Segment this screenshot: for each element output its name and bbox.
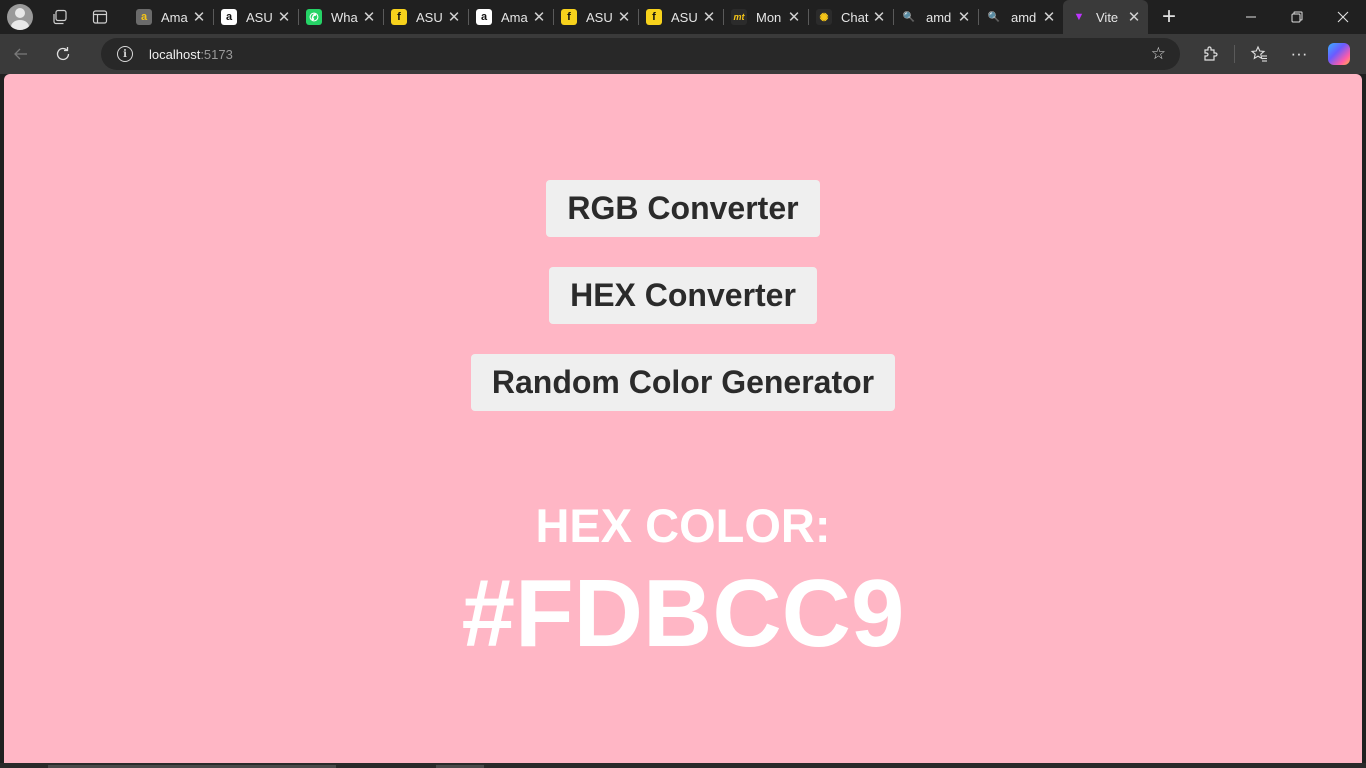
- copilot-button[interactable]: [1319, 34, 1359, 74]
- browser-tab[interactable]: ▼ Vite ✕: [1063, 0, 1148, 34]
- tab-title: Ama: [501, 9, 528, 25]
- favorites-icon: [1250, 45, 1267, 62]
- tab-close-icon[interactable]: ✕: [276, 8, 292, 26]
- flipkart-icon: f: [391, 9, 407, 25]
- browser-tab[interactable]: mt Mon ✕: [723, 0, 808, 34]
- tab-close-icon[interactable]: ✕: [1126, 8, 1142, 26]
- profile-avatar-icon: [7, 4, 33, 30]
- tab-strip-left-controls: [0, 0, 120, 34]
- random-color-generator-button[interactable]: Random Color Generator: [470, 354, 896, 411]
- profile-button[interactable]: [0, 0, 40, 34]
- favorite-star-icon[interactable]: ☆: [1151, 44, 1166, 64]
- tab-close-icon[interactable]: ✕: [531, 8, 547, 26]
- toolbar-right-tools: ···: [1190, 34, 1359, 74]
- tab-title: ASU: [416, 9, 443, 25]
- tab-title: ASU: [671, 9, 698, 25]
- amazon-icon: a: [476, 9, 492, 25]
- tab-list: a Ama ✕ a ASU ✕ ✆ Wha ✕ f ASU ✕ a Ama ✕ f ASU ✕ f ASU ✕ mt Mon…: [128, 0, 1148, 34]
- converter-menu: RGB Converter HEX Converter Random Color…: [4, 180, 1362, 441]
- extensions-icon: [1204, 46, 1218, 61]
- close-window-button[interactable]: [1320, 0, 1366, 34]
- site-info-icon[interactable]: i: [117, 46, 133, 62]
- browser-tab[interactable]: ✆ Wha ✕: [298, 0, 383, 34]
- new-tab-button[interactable]: +: [1148, 0, 1190, 34]
- vertical-tabs-icon: [92, 10, 108, 24]
- browser-tab[interactable]: f ASU ✕: [383, 0, 468, 34]
- tab-close-icon[interactable]: ✕: [1041, 8, 1057, 26]
- hex-converter-button[interactable]: HEX Converter: [549, 267, 817, 324]
- close-icon: [1337, 11, 1349, 23]
- bottom-scroll-strip: [0, 763, 1366, 768]
- minimize-button[interactable]: [1228, 0, 1274, 34]
- hex-color-value: #FDBCC9: [461, 560, 905, 667]
- refresh-icon: [56, 47, 70, 61]
- window-controls: [1228, 0, 1366, 34]
- browser-tab[interactable]: f ASU ✕: [553, 0, 638, 34]
- toolbar-separator: [1234, 45, 1235, 63]
- chatgpt-icon: ✺: [816, 9, 832, 25]
- whatsapp-icon: ✆: [306, 9, 322, 25]
- restore-button[interactable]: [1274, 0, 1320, 34]
- tab-close-icon[interactable]: ✕: [361, 8, 377, 26]
- moneycontrol-icon: mt: [731, 9, 747, 25]
- browser-tab[interactable]: 🔍 amd ✕: [893, 0, 978, 34]
- amazon-icon: a: [136, 9, 152, 25]
- tab-close-icon[interactable]: ✕: [871, 8, 887, 26]
- tab-close-icon[interactable]: ✕: [191, 8, 207, 26]
- rgb-converter-button[interactable]: RGB Converter: [546, 180, 820, 237]
- refresh-button[interactable]: [42, 34, 84, 74]
- amazon-icon: a: [221, 9, 237, 25]
- flipkart-icon: f: [646, 9, 662, 25]
- url-host: localhost: [149, 46, 201, 62]
- page-viewport: RGB Converter HEX Converter Random Color…: [4, 74, 1362, 763]
- tab-close-icon[interactable]: ✕: [701, 8, 717, 26]
- flipkart-icon: f: [561, 9, 577, 25]
- browser-tab[interactable]: 🔍 amd ✕: [978, 0, 1063, 34]
- copilot-icon: [1328, 43, 1350, 65]
- tab-title: ASU: [246, 9, 273, 25]
- hex-color-label: HEX COLOR:: [535, 499, 831, 552]
- favorites-button[interactable]: [1239, 34, 1279, 74]
- minimize-icon: [1246, 16, 1256, 18]
- tab-title: Wha: [331, 9, 358, 25]
- back-button[interactable]: [0, 34, 42, 74]
- plus-icon: +: [1161, 3, 1176, 30]
- address-bar[interactable]: i localhost:5173 ☆: [101, 38, 1180, 70]
- tab-title: Ama: [161, 9, 188, 25]
- tab-title: amd: [926, 9, 952, 25]
- extensions-button[interactable]: [1190, 34, 1230, 74]
- workspaces-icon: [53, 9, 67, 25]
- url-port: :5173: [200, 46, 233, 62]
- workspaces-button[interactable]: [40, 0, 80, 34]
- tab-title: Mon: [756, 9, 782, 25]
- more-dots-icon: ···: [1290, 44, 1308, 63]
- vite-icon: ▼: [1071, 9, 1087, 25]
- tab-title: Vite: [1096, 9, 1119, 25]
- search-icon: 🔍: [986, 9, 1002, 25]
- more-menu-button[interactable]: ···: [1279, 34, 1319, 74]
- browser-tab[interactable]: a Ama ✕: [468, 0, 553, 34]
- back-arrow-icon: [14, 48, 27, 60]
- restore-icon: [1291, 11, 1303, 23]
- tab-actions-button[interactable]: [80, 0, 120, 34]
- tab-close-icon[interactable]: ✕: [786, 8, 802, 26]
- search-icon: 🔍: [901, 9, 917, 25]
- tab-title: amd: [1011, 9, 1037, 25]
- browser-tab[interactable]: f ASU ✕: [638, 0, 723, 34]
- tab-title: Chat: [841, 9, 869, 25]
- address-url[interactable]: localhost:5173: [149, 47, 233, 62]
- browser-toolbar: i localhost:5173 ☆ ···: [0, 34, 1366, 74]
- tab-close-icon[interactable]: ✕: [446, 8, 462, 26]
- tab-title: ASU: [586, 9, 613, 25]
- browser-tab[interactable]: a ASU ✕: [213, 0, 298, 34]
- tab-close-icon[interactable]: ✕: [956, 8, 972, 26]
- browser-tab[interactable]: ✺ Chat ✕: [808, 0, 893, 34]
- tab-close-icon[interactable]: ✕: [616, 8, 632, 26]
- browser-tab[interactable]: a Ama ✕: [128, 0, 213, 34]
- tab-strip: a Ama ✕ a ASU ✕ ✆ Wha ✕ f ASU ✕ a Ama ✕ f ASU ✕ f ASU ✕ mt Mon…: [0, 0, 1366, 34]
